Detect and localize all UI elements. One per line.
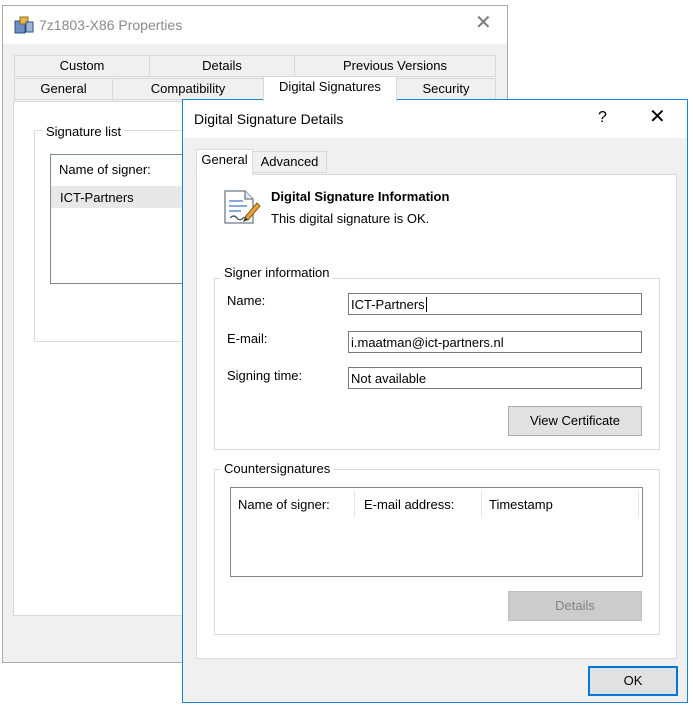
column-divider bbox=[481, 491, 482, 517]
countersignatures-label: Countersignatures bbox=[221, 461, 334, 476]
tab-details[interactable]: Details bbox=[149, 55, 295, 77]
info-heading: Digital Signature Information bbox=[271, 189, 450, 204]
ok-button[interactable]: OK bbox=[588, 666, 678, 696]
signature-list-header[interactable]: Name of signer: bbox=[59, 162, 151, 177]
signature-list-label: Signature list bbox=[43, 124, 125, 139]
name-label: Name: bbox=[227, 293, 266, 308]
help-button[interactable]: ? bbox=[598, 109, 607, 127]
dialog-close-button[interactable]: ✕ bbox=[649, 107, 666, 127]
tab-compatibility[interactable]: Compatibility bbox=[112, 78, 264, 100]
text-caret bbox=[425, 297, 427, 312]
certificate-document-icon bbox=[224, 190, 261, 224]
digital-signature-details-dialog: Digital Signature Details ? ✕ General Ad… bbox=[182, 99, 688, 703]
email-label: E-mail: bbox=[227, 331, 268, 346]
tab-digital-signatures[interactable]: Digital Signatures bbox=[263, 76, 397, 102]
signer-information-label: Signer information bbox=[221, 265, 333, 280]
properties-title: 7z1803-X86 Properties bbox=[39, 17, 183, 33]
tab-advanced[interactable]: Advanced bbox=[252, 151, 327, 173]
info-status: This digital signature is OK. bbox=[271, 211, 430, 226]
properties-close-button[interactable]: ✕ bbox=[475, 13, 492, 33]
name-field[interactable]: ICT-Partners bbox=[348, 293, 642, 315]
email-field[interactable]: i.maatman@ict-partners.nl bbox=[348, 331, 642, 353]
installer-app-icon bbox=[14, 16, 34, 34]
signing-time-value: Not available bbox=[351, 371, 427, 386]
column-divider bbox=[638, 491, 639, 517]
dialog-title: Digital Signature Details bbox=[194, 111, 344, 127]
name-value: ICT-Partners bbox=[351, 297, 425, 312]
tab-custom[interactable]: Custom bbox=[14, 55, 150, 77]
signing-time-field[interactable]: Not available bbox=[348, 367, 642, 389]
column-header-email-address[interactable]: E-mail address: bbox=[364, 497, 454, 512]
tab-general[interactable]: General bbox=[196, 149, 253, 175]
tab-security[interactable]: Security bbox=[396, 78, 496, 100]
email-value: i.maatman@ict-partners.nl bbox=[351, 335, 504, 350]
column-header-timestamp[interactable]: Timestamp bbox=[489, 497, 553, 512]
view-certificate-button[interactable]: View Certificate bbox=[508, 406, 642, 436]
signing-time-label: Signing time: bbox=[227, 368, 303, 383]
details-button[interactable]: Details bbox=[508, 591, 642, 621]
column-divider bbox=[354, 491, 355, 517]
tab-general[interactable]: General bbox=[14, 78, 113, 100]
signature-list-row-label: ICT-Partners bbox=[60, 190, 134, 205]
tab-previous-versions[interactable]: Previous Versions bbox=[294, 55, 496, 77]
column-header-name-of-signer[interactable]: Name of signer: bbox=[238, 497, 330, 512]
